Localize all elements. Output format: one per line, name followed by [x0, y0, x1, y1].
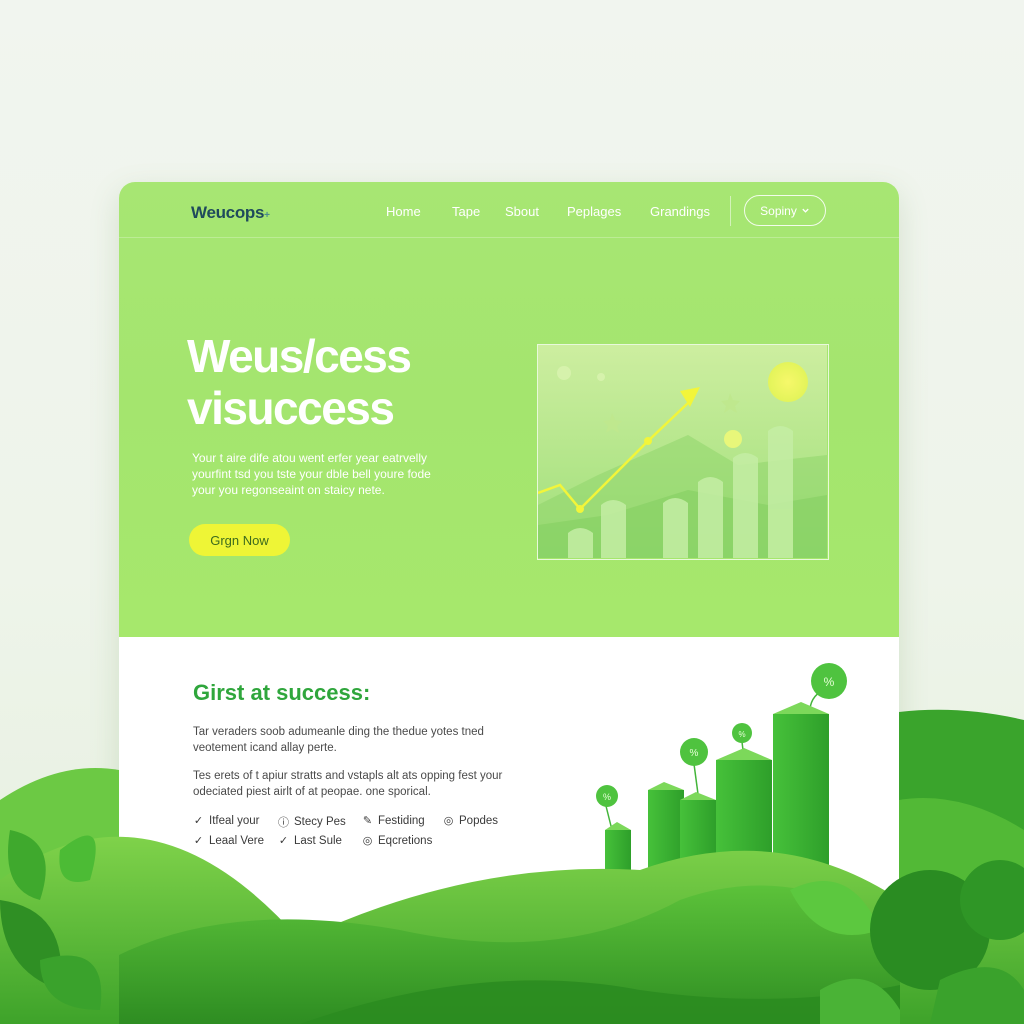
nav-link-sbout[interactable]: Sbout: [505, 204, 539, 219]
landing-page-card: Weucops+ Home Tape Sbout Peplages Grandi…: [119, 182, 899, 1024]
hero-section: Weucops+ Home Tape Sbout Peplages Grandi…: [119, 182, 899, 637]
hero-title: Weus/cess visuccess: [187, 330, 412, 434]
check-icon: ✓: [278, 835, 289, 847]
logo-text: Weucops: [191, 203, 265, 222]
feature-label: Itfeal your: [209, 814, 260, 827]
para1-line-1: Tar veraders soob adumeanle ding the the…: [193, 726, 484, 738]
para2-line-1: Tes erets of t apiur stratts and vstapls…: [193, 770, 503, 782]
nav-divider: [730, 196, 731, 226]
pencil-icon: ✎: [362, 815, 373, 827]
info-icon: ⓘ: [278, 817, 289, 829]
feature-label: Stecy Pes: [294, 816, 346, 828]
hero-desc-line-2: yourfint tsd you tste your dble bell you…: [192, 467, 431, 481]
feature-item[interactable]: ✓ Last Sule: [278, 834, 342, 848]
hero-desc-line-3: your you regonseaint on staicy nete.: [192, 483, 385, 497]
nav-dropdown-label: Sopiny: [760, 203, 797, 218]
nav-link-peplages[interactable]: Peplages: [567, 204, 621, 219]
check-icon: ✓: [193, 835, 204, 847]
nav-link-home[interactable]: Home: [386, 204, 421, 219]
section-paragraph-2: Tes erets of t apiur stratts and vstapls…: [193, 768, 533, 800]
nav-dropdown-button[interactable]: Sopiny: [744, 195, 826, 226]
para1-line-2: veotement icand allay perte.: [193, 742, 337, 754]
feature-label: Last Sule: [294, 834, 342, 847]
nav-link-tape[interactable]: Tape: [452, 204, 480, 219]
hero-title-line-2: visuccess: [187, 382, 395, 434]
leaf-icon: [0, 830, 102, 1010]
nav-link-grandings[interactable]: Grandings: [650, 204, 710, 219]
logo-mark: +: [264, 210, 270, 221]
feature-item[interactable]: ✎ Festiding: [362, 814, 425, 828]
feature-label: Leaal Vere: [209, 834, 264, 847]
feature-item[interactable]: ✓ Itfeal your: [193, 814, 260, 828]
section-title: Girst at success:: [193, 680, 371, 705]
feature-item[interactable]: ✓ Leaal Vere: [193, 834, 264, 848]
para2-line-2: odeciated piest airlt of at peopae. one …: [193, 786, 431, 798]
sun-icon: [768, 362, 808, 402]
feature-item[interactable]: ⓘ Stecy Pes: [278, 814, 346, 830]
target-icon: ◎: [362, 835, 373, 847]
hero-cta-button[interactable]: Grgn Now: [189, 524, 290, 556]
feature-label: Eqcretions: [378, 834, 433, 847]
section-paragraph-1: Tar veraders soob adumeanle ding the the…: [193, 724, 533, 756]
hero-description: Your t aire dife atou went erfer year ea…: [192, 450, 492, 498]
feature-label: Popdes: [459, 814, 499, 827]
hero-growth-illustration: [537, 344, 829, 560]
hero-desc-line-1: Your t aire dife atou went erfer year ea…: [192, 451, 428, 465]
feature-item[interactable]: ◎ Popdes: [443, 814, 499, 828]
check-icon: ✓: [193, 815, 204, 827]
feature-label: Festiding: [378, 814, 425, 827]
brand-logo[interactable]: Weucops+: [191, 203, 270, 223]
top-navigation: Weucops+ Home Tape Sbout Peplages Grandi…: [119, 182, 899, 238]
feature-item[interactable]: ◎ Eqcretions: [362, 834, 433, 848]
chevron-down-icon: [802, 208, 809, 213]
growth-chart-illustration: [537, 345, 827, 558]
hero-title-line-1: Weus/cess: [187, 330, 412, 382]
target-icon: ◎: [443, 815, 454, 827]
